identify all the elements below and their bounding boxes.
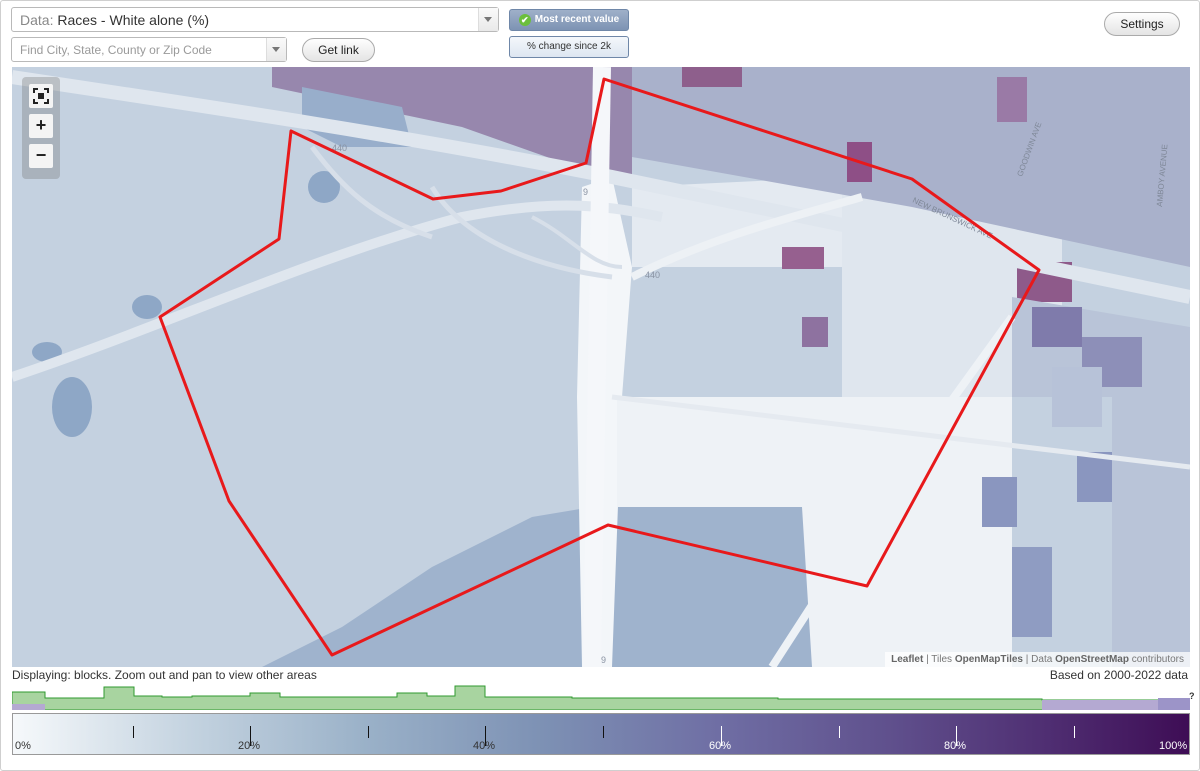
location-search[interactable] xyxy=(11,37,287,62)
displaying-status: Displaying: blocks. Zoom out and pan to … xyxy=(12,668,317,682)
legend-tick-minor xyxy=(603,726,604,738)
openmaptiles-link[interactable]: OpenMapTiles xyxy=(955,654,1023,665)
attrib-suffix: contributors xyxy=(1128,654,1184,665)
legend-tick-minor xyxy=(133,726,134,738)
mid-block xyxy=(1077,452,1112,502)
checkmark-icon: ✔ xyxy=(518,14,531,26)
attrib-sep: | Data xyxy=(1023,654,1056,665)
fullscreen-button[interactable] xyxy=(29,84,53,108)
leaflet-link[interactable]: Leaflet xyxy=(891,654,923,665)
road-label: 440 xyxy=(645,270,660,280)
chevron-down-icon xyxy=(484,17,492,22)
data-select-dropdown[interactable] xyxy=(478,8,498,31)
dark-block xyxy=(682,67,742,87)
lake xyxy=(132,295,162,319)
lake xyxy=(52,377,92,437)
legend-label: 80% xyxy=(944,740,967,752)
legend-label: 0% xyxy=(15,740,31,752)
legend-label: 60% xyxy=(709,740,732,752)
zoom-out-button[interactable]: − xyxy=(29,144,53,168)
map-attribution: Leaflet | Tiles OpenMapTiles | Data Open… xyxy=(885,652,1190,667)
road-label: 9 xyxy=(601,655,606,665)
dark-block xyxy=(802,317,828,347)
road-label: 9 xyxy=(583,187,588,197)
value-histogram xyxy=(12,685,1190,710)
mid-block xyxy=(982,477,1017,527)
map-view[interactable]: 440 440 9 9 NEW BRUNSWICK AVE GOODWIN AV… xyxy=(12,67,1190,667)
legend-tick-minor xyxy=(1074,726,1075,738)
mid-block xyxy=(1032,307,1082,347)
get-link-button[interactable]: Get link xyxy=(302,38,375,62)
most-recent-value-toggle[interactable]: ✔ Most recent value xyxy=(509,9,629,31)
legend-label: 40% xyxy=(473,740,496,752)
settings-button[interactable]: Settings xyxy=(1104,12,1180,36)
zoom-in-button[interactable]: + xyxy=(29,114,53,138)
legend-tick-minor xyxy=(839,726,840,738)
data-value: Races - White alone (%) xyxy=(57,12,210,28)
percent-change-toggle[interactable]: % change since 2k xyxy=(509,36,629,58)
openstreetmap-link[interactable]: OpenStreetMap xyxy=(1055,654,1129,665)
search-input[interactable] xyxy=(12,38,278,61)
toggle-active-label: Most recent value xyxy=(534,14,620,25)
zoom-control: + − xyxy=(22,77,60,179)
legend-tick-minor xyxy=(368,726,369,738)
mid-block xyxy=(1052,367,1102,427)
mid-block xyxy=(1012,547,1052,637)
dark-block xyxy=(782,247,824,269)
data-range-note: Based on 2000-2022 data xyxy=(1049,668,1188,682)
highway-9 xyxy=(583,67,611,667)
data-prefix: Data: xyxy=(20,12,54,28)
fullscreen-icon xyxy=(33,88,49,104)
color-legend: 0% 20% 40% 60% 80% 100% xyxy=(12,713,1190,755)
legend-label: 100% xyxy=(1159,740,1188,752)
map-canvas[interactable]: 440 440 9 9 NEW BRUNSWICK AVE GOODWIN AV… xyxy=(12,67,1190,667)
legend-label: 20% xyxy=(238,740,261,752)
dark-block xyxy=(997,77,1027,122)
attrib-sep: | Tiles xyxy=(923,654,955,665)
data-variable-select[interactable]: Data: Races - White alone (%) xyxy=(11,7,499,32)
histogram-unknown-marker: ? xyxy=(1189,691,1195,701)
chevron-down-icon xyxy=(272,47,280,52)
search-dropdown[interactable] xyxy=(266,38,286,61)
